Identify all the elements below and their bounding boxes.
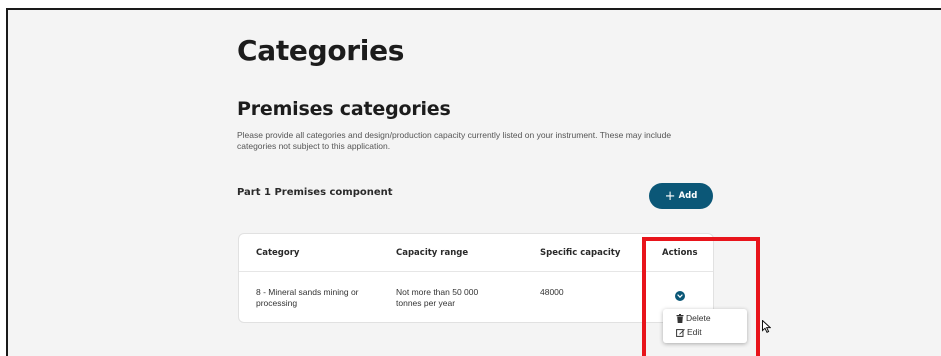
column-header-specific-capacity: Specific capacity (540, 248, 621, 258)
actions-highlight-box (642, 237, 760, 356)
page-title: Categories (237, 34, 405, 67)
plus-icon: + (664, 188, 676, 204)
add-button-label: Add (678, 191, 698, 201)
premises-component-label: Part 1 Premises component (237, 187, 393, 198)
section-title: Premises categories (237, 98, 451, 120)
column-header-category: Category (256, 248, 300, 258)
cell-category: 8 - Mineral sands mining or processing (256, 287, 359, 308)
add-button[interactable]: + Add (649, 183, 713, 209)
cell-capacity-range: Not more than 50 000 tonnes per year (396, 287, 479, 308)
column-header-capacity-range: Capacity range (396, 248, 469, 258)
cell-specific-capacity: 48000 (540, 287, 564, 297)
section-description: Please provide all categories and design… (237, 130, 672, 151)
mouse-cursor-icon (762, 320, 771, 333)
